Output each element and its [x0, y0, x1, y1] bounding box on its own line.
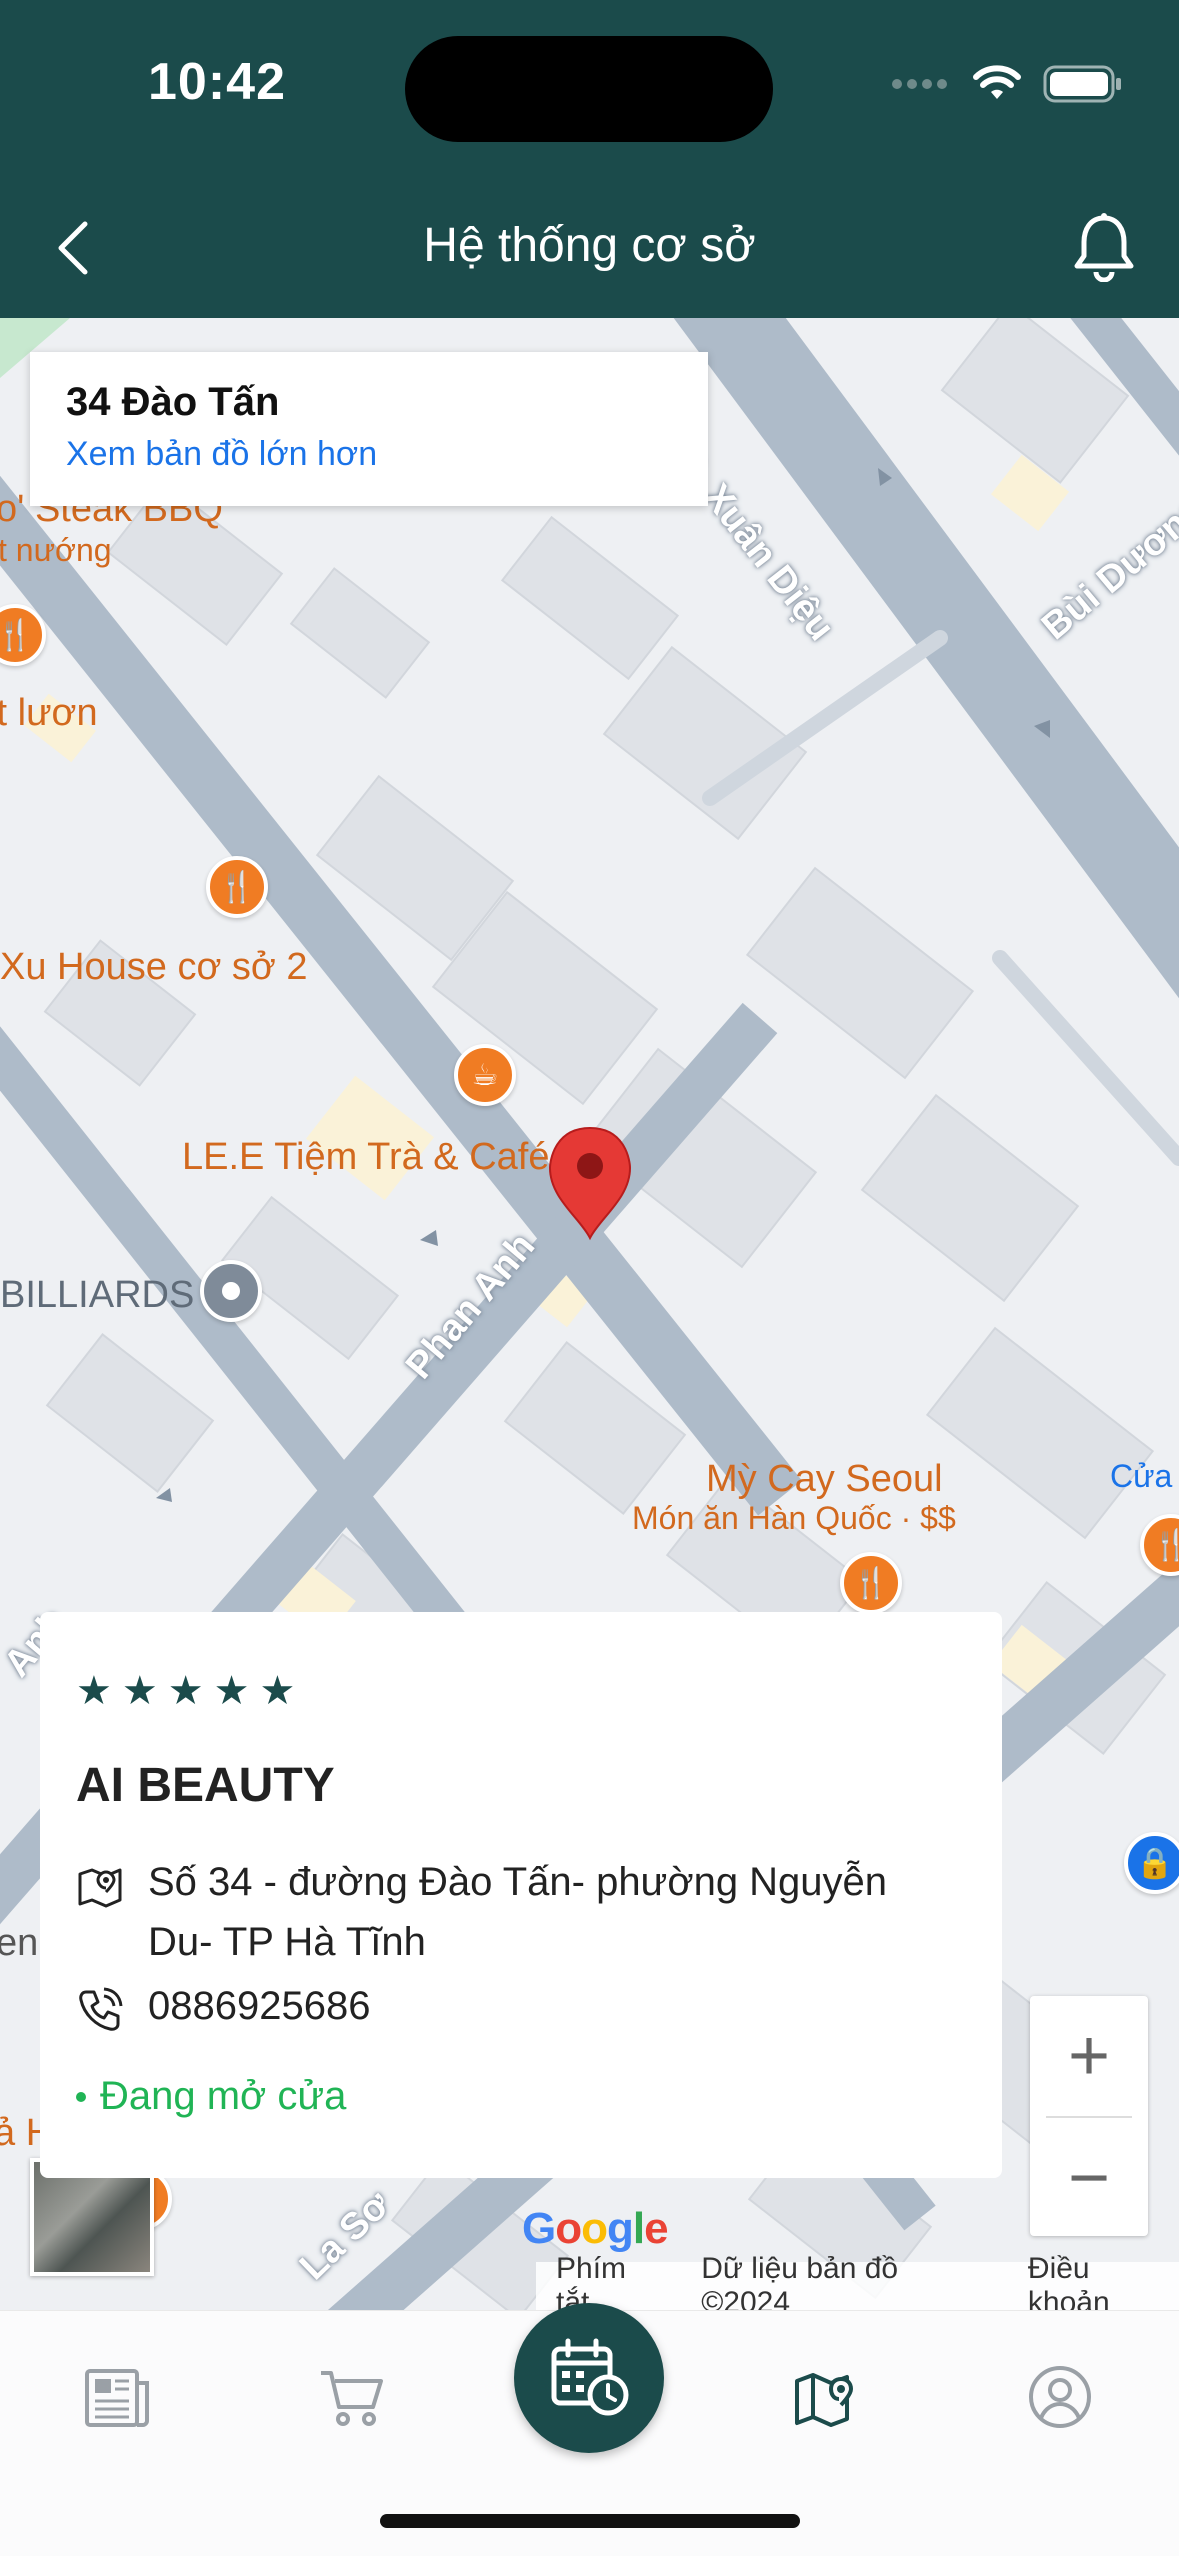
keyboard-shortcuts-link[interactable]: Phím tắt [556, 2252, 667, 2310]
address-card-title: 34 Đào Tấn [66, 380, 280, 424]
calendar-clock-icon [551, 2338, 629, 2416]
location-pin-icon[interactable] [200, 1260, 262, 1322]
status-dot [76, 2091, 86, 2102]
view-larger-map-link[interactable]: Xem bản đồ lớn hơn [66, 435, 672, 474]
zoom-out-button[interactable]: − [1030, 2118, 1148, 2238]
star-icon: ★ [121, 1669, 158, 1713]
poi-label: en [0, 1922, 39, 1964]
poi-label[interactable]: Cửa [1110, 1458, 1172, 1495]
phone-icon [79, 1987, 123, 2031]
map-icon [795, 2373, 854, 2427]
battery-icon [1043, 65, 1121, 103]
nav-profile[interactable] [1020, 2357, 1100, 2437]
store-info-card: ★ ★ ★ ★ ★ AI BEAUTY Số 34 - đường Đào Tấ… [40, 1612, 1002, 2178]
poi-label[interactable]: Mỳ Cay Seoul [706, 1458, 943, 1501]
poi-label[interactable]: Xu House cơ sở 2 [0, 946, 308, 989]
star-icon: ★ [213, 1669, 250, 1713]
poi-label[interactable]: BILLIARDS [0, 1274, 194, 1317]
notification-button[interactable] [1059, 204, 1149, 290]
wifi-icon [973, 65, 1021, 99]
status-time: 10:42 [148, 53, 286, 111]
nav-news[interactable] [78, 2357, 158, 2437]
star-icon: ★ [167, 1669, 204, 1713]
page-title: Hệ thống cơ sở [423, 219, 756, 272]
nav-map[interactable] [786, 2357, 866, 2437]
poi-label[interactable]: ít lươn [0, 692, 98, 735]
cafe-pin-icon[interactable]: ☕ [454, 1044, 516, 1106]
map-address-card: 34 Đào Tấn Xem bản đồ lớn hơn [30, 352, 708, 506]
poi-label: t nướng [0, 532, 112, 568]
map-data-text: Dữ liệu bản đồ ©2024 [701, 2252, 899, 2310]
rating-stars: ★ ★ ★ ★ ★ [76, 1668, 295, 1714]
news-icon [85, 2369, 149, 2427]
star-icon: ★ [259, 1669, 296, 1713]
open-status-text: Đang mở cửa [100, 2074, 347, 2118]
cellular-signal-icon [892, 79, 947, 89]
profile-icon [1029, 2366, 1091, 2428]
dynamic-island [405, 36, 773, 142]
cart-icon [321, 2371, 383, 2426]
app-header: 10:42 Hệ thống cơ sở [0, 0, 1179, 318]
bell-icon [1074, 213, 1134, 282]
star-icon: ★ [76, 1669, 112, 1713]
poi-label[interactable]: LE.E Tiệm Trà & Café [182, 1136, 549, 1179]
zoom-controls: + − [1030, 1996, 1148, 2236]
restaurant-pin-icon[interactable]: 🍴 [206, 856, 268, 918]
business-address: Số 34 - đường Đào Tấn- phường Nguyễn Du-… [148, 1860, 888, 1964]
nav-cart[interactable] [312, 2357, 392, 2437]
zoom-in-button[interactable]: + [1030, 1996, 1148, 2116]
booking-button[interactable] [514, 2303, 664, 2453]
terms-link[interactable]: Điều khoản [1028, 2252, 1179, 2310]
poi-label: Món ăn Hàn Quốc · $$ [632, 1500, 956, 1536]
restaurant-pin-icon[interactable]: 🍴 [840, 1552, 902, 1614]
open-status: Đang mở cửa [76, 2074, 346, 2119]
google-logo: Google [522, 2204, 669, 2253]
business-name: AI BEAUTY [76, 1759, 335, 1812]
map-attribution: Phím tắt Dữ liệu bản đồ ©2024 Điều khoản [536, 2252, 1179, 2310]
status-icons [891, 60, 1123, 108]
home-indicator[interactable] [380, 2514, 800, 2528]
lock-pin-icon[interactable]: 🔒 [1124, 1832, 1179, 1894]
business-phone[interactable]: 0886925686 [148, 1984, 370, 2029]
map-pin-icon [78, 1868, 122, 1908]
